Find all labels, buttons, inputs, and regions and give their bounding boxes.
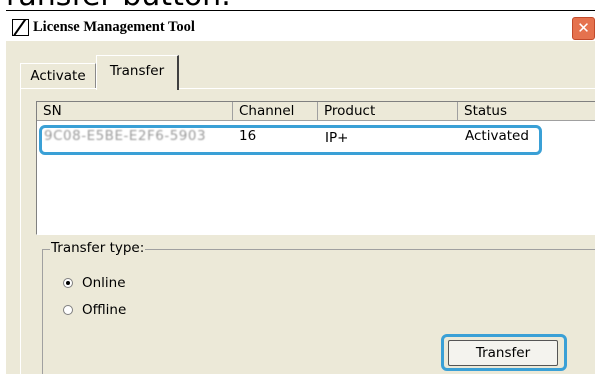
column-header-product[interactable]: Product (318, 102, 458, 121)
offline-option[interactable]: Offline (63, 301, 126, 319)
close-button[interactable]: ✕ (572, 17, 595, 40)
online-radio-icon[interactable] (63, 278, 73, 288)
license-row-highlight (39, 125, 542, 155)
list-header: SN Channel Product Status (37, 102, 595, 121)
column-header-sn[interactable]: SN (37, 102, 233, 121)
column-header-channel[interactable]: Channel (233, 102, 318, 121)
tab-activate[interactable]: Activate (20, 63, 96, 88)
license-list[interactable]: SN Channel Product Status 9C08-E5BE-E2F6… (36, 101, 595, 235)
online-label: Online (82, 275, 126, 291)
app-icon (12, 19, 29, 36)
column-header-status[interactable]: Status (458, 102, 595, 121)
transfer-button-highlight (441, 334, 567, 371)
online-option[interactable]: Online (63, 274, 126, 292)
transfer-type-legend: Transfer type: (50, 240, 146, 256)
title-bar: License Management Tool ✕ (6, 10, 595, 41)
offline-label: Offline (82, 302, 127, 318)
tab-transfer[interactable]: Transfer (96, 55, 179, 90)
offline-radio-icon[interactable] (63, 305, 73, 315)
window-title: License Management Tool (33, 19, 195, 35)
